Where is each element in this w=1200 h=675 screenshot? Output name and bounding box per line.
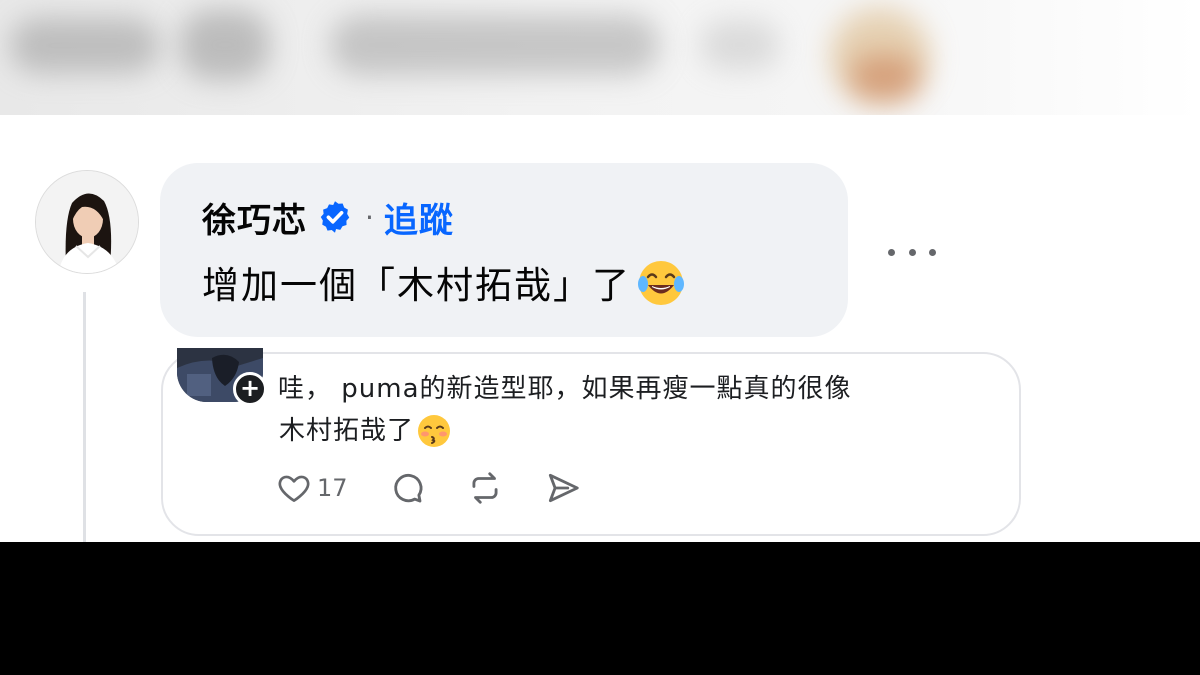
comment-bubble: 徐巧芯 · 追蹤 增加一個「木村拓哉」了 — [160, 163, 848, 337]
repost-icon — [472, 472, 498, 504]
follow-plus-icon[interactable]: + — [233, 372, 267, 406]
comment-icon — [393, 473, 422, 503]
verified-badge-icon — [320, 201, 350, 233]
post-actions: 17 — [275, 468, 582, 508]
comment-button[interactable] — [388, 469, 426, 507]
embedded-post-line1: 哇， puma的新造型耶，如果再瘦一點真的很像 — [278, 374, 852, 404]
embedded-post-line2: 木村拓哉了 — [279, 416, 415, 446]
comment-header: 徐巧芯 · 追蹤 — [202, 193, 454, 242]
like-count: 17 — [317, 474, 348, 502]
blurred-header — [0, 0, 1200, 115]
face-with-tears-of-joy-icon — [638, 261, 684, 305]
author-avatar[interactable] — [35, 170, 139, 274]
comment-body: 增加一個「木村拓哉」了 — [202, 255, 687, 309]
comment-text: 增加一個「木村拓哉」了 — [202, 264, 631, 307]
heart-icon — [278, 475, 310, 503]
separator-dot: · — [365, 200, 374, 234]
kissing-face-icon — [418, 415, 451, 447]
threads-comment-screen: 徐巧芯 · 追蹤 增加一個「木村拓哉」了 + 哇， puma的新造型耶，如果再瘦… — [0, 0, 1200, 542]
more-options-icon[interactable] — [888, 238, 936, 266]
repost-button[interactable] — [466, 469, 504, 507]
follow-button[interactable]: 追蹤 — [384, 193, 454, 242]
share-button[interactable] — [544, 469, 582, 507]
share-icon — [548, 473, 579, 503]
embedded-post-card[interactable]: + 哇， puma的新造型耶，如果再瘦一點真的很像 木村拓哉了 17 — [161, 348, 1021, 536]
like-button[interactable]: 17 — [275, 469, 348, 507]
embedded-post-text: 哇， puma的新造型耶，如果再瘦一點真的很像 木村拓哉了 — [278, 368, 998, 452]
thread-line — [83, 292, 86, 542]
author-name[interactable]: 徐巧芯 — [202, 193, 307, 242]
